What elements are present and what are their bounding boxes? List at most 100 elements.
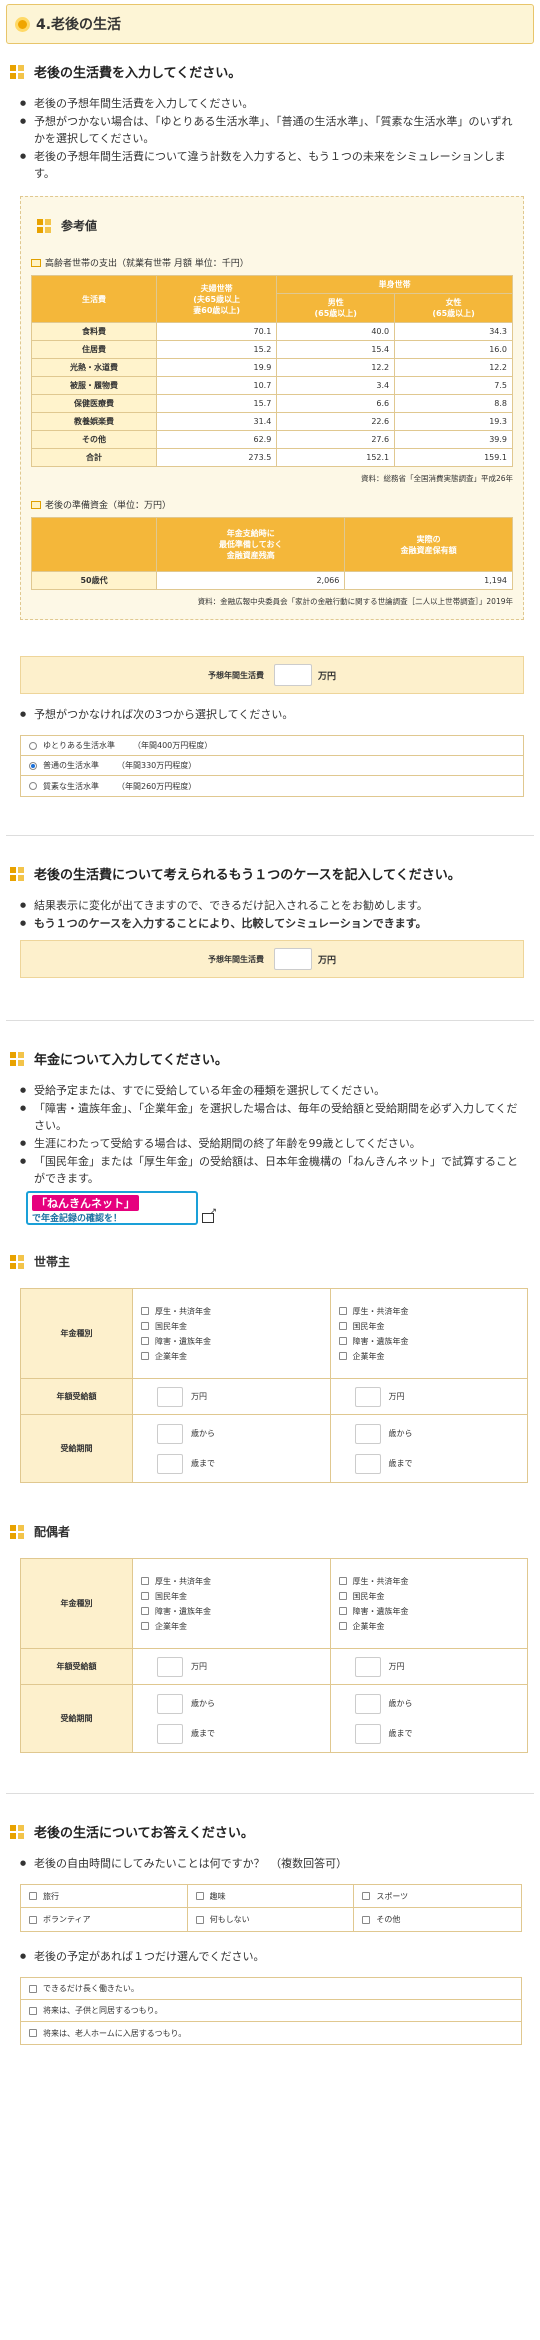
start-age-input[interactable] — [157, 1693, 183, 1714]
option-nothing[interactable]: 何もしない — [188, 1908, 355, 1931]
checkbox[interactable] — [338, 1322, 347, 1330]
checkbox[interactable] — [338, 1577, 347, 1585]
checkbox[interactable] — [362, 1892, 371, 1900]
checkbox[interactable] — [141, 1337, 149, 1345]
checkbox[interactable] — [338, 1592, 347, 1600]
checkbox[interactable] — [338, 1307, 347, 1315]
prediction-label: 予想年間生活費 — [207, 954, 264, 964]
checkbox-row[interactable]: 企業年金 — [133, 1349, 330, 1364]
type-label: 年金種別 — [20, 1558, 133, 1649]
squares-icon — [10, 64, 24, 79]
nenkin-net-banner[interactable]: 「ねんきんネット」 で年金記録の確認を！ — [26, 1191, 534, 1225]
radio-button[interactable] — [29, 782, 37, 790]
start-age-input[interactable] — [354, 1693, 381, 1714]
checkbox[interactable] — [362, 1915, 371, 1924]
option-sports[interactable]: スポーツ — [354, 1885, 521, 1908]
list-item: 受給予定または、すでに受給している年金の種類を選択してください。 — [20, 1082, 522, 1099]
start-age-input[interactable] — [354, 1423, 381, 1444]
spouse-heading: 配偶者 — [10, 1523, 530, 1540]
spouse-pension-table: 年金種別 厚生・共済年金 国民年金 障害・遺族年金 企業年金 厚生・共済年金 国… — [20, 1558, 528, 1753]
pension-types-col2: 厚生・共済年金 国民年金 障害・遺族年金 企業年金 — [329, 1288, 528, 1379]
another-expense-input[interactable] — [273, 948, 312, 970]
option-futsu[interactable]: 普通の生活水準 （年間330万円程度） — [21, 756, 523, 776]
checkbox-row[interactable]: 障害・遺族年金 — [133, 1604, 330, 1619]
option-other[interactable]: その他 — [354, 1908, 521, 1931]
radio-button[interactable] — [29, 741, 37, 750]
checkbox-row[interactable]: 企業年金 — [331, 1619, 528, 1634]
checkbox-row[interactable]: 厚生・共済年金 — [331, 1574, 528, 1589]
unit-label: 万円 — [317, 955, 336, 966]
amount-label: 年額受給額 — [20, 1378, 133, 1415]
table2-source: 資料：金融広報中央委員会「家計の金融行動に関する世論調査［二人以上世帯調査］」2… — [197, 597, 513, 606]
option-volunteer[interactable]: ボランティア — [21, 1908, 188, 1931]
checkbox[interactable] — [338, 1352, 347, 1360]
checkbox[interactable] — [141, 1322, 149, 1330]
amount-input[interactable] — [354, 1386, 381, 1407]
list-item: 「国民年金」または「厚生年金」の受給額は、日本年金機構の「ねんきんネット」で試算… — [20, 1153, 522, 1187]
checkbox-row[interactable]: 障害・遺族年金 — [331, 1604, 528, 1619]
option-shisso[interactable]: 質素な生活水準 （年間260万円程度） — [21, 776, 523, 796]
list-item: 老後の自由時間にしてみたいことは何ですか？ （複数回答可） — [20, 1855, 522, 1872]
table1-caption: 高齢者世帯の支出（就業有世帯 月額 単位：千円） — [31, 256, 513, 269]
circle-bullet-icon — [15, 16, 30, 32]
checkbox-row[interactable]: 企業年金 — [133, 1619, 330, 1634]
amount-input[interactable] — [157, 1656, 183, 1677]
option-work-long[interactable]: できるだけ長く働きたい。 — [21, 1978, 521, 2000]
checkbox-row[interactable]: 国民年金 — [331, 1319, 528, 1334]
checkbox-row[interactable]: 厚生・共済年金 — [133, 1574, 330, 1589]
another-case-bullets: 結果表示に変化が出てきますので、できるだけ記入されることをお勧めします。 もう１… — [20, 897, 522, 932]
checkbox[interactable] — [141, 1607, 149, 1615]
checkbox[interactable] — [195, 1892, 204, 1900]
end-age-input[interactable] — [157, 1723, 183, 1744]
amount-input[interactable] — [354, 1656, 381, 1677]
list-item: 老後の予定があれば１つだけ選んでください。 — [20, 1948, 522, 1965]
prediction-row: 予想年間生活費 万円 — [20, 656, 524, 694]
checkbox-row[interactable]: 企業年金 — [331, 1349, 528, 1364]
amount-input[interactable] — [157, 1386, 183, 1407]
checkbox[interactable] — [29, 1984, 37, 1993]
nenkin-net-link[interactable]: 「ねんきんネット」 で年金記録の確認を！ — [26, 1191, 198, 1225]
option-nursing-home[interactable]: 将来は、老人ホームに入居するつもり。 — [21, 2022, 521, 2044]
squares-icon — [10, 866, 24, 881]
list-item: もう１つのケースを入力することにより、比較してシミュレーションできます。 — [20, 915, 522, 932]
checkbox-row[interactable]: 厚生・共済年金 — [331, 1304, 528, 1319]
end-age-input[interactable] — [354, 1453, 381, 1474]
checkbox[interactable] — [141, 1592, 149, 1600]
checkbox[interactable] — [195, 1915, 204, 1924]
choose-bullet: 予想がつかなければ次の3つから選択してください。 — [20, 706, 522, 723]
option-hobby[interactable]: 趣味 — [187, 1885, 355, 1908]
squares-icon — [10, 1824, 24, 1839]
annual-expense-input[interactable] — [273, 664, 312, 686]
checkbox[interactable] — [338, 1607, 347, 1615]
start-age-input[interactable] — [157, 1423, 183, 1444]
expense-bullets: 老後の予想年間生活費を入力してください。 予想がつかない場合は、「ゆとりある生活… — [20, 95, 522, 182]
checkbox[interactable] — [141, 1352, 149, 1360]
checkbox[interactable] — [338, 1622, 347, 1630]
option-travel[interactable]: 旅行 — [21, 1885, 188, 1908]
life-q2: 老後の予定があれば１つだけ選んでください。 — [20, 1948, 522, 1965]
checkbox[interactable] — [29, 2006, 37, 2015]
option-live-with-children[interactable]: 将来は、子供と同居するつもり。 — [21, 2000, 521, 2022]
squares-icon — [10, 1051, 24, 1066]
checkbox-row[interactable]: 障害・遺族年金 — [133, 1334, 330, 1349]
pension-heading: 年金について入力してください。 — [10, 1049, 530, 1068]
table-icon — [31, 258, 41, 267]
checkbox[interactable] — [29, 1915, 37, 1924]
checkbox[interactable] — [141, 1307, 149, 1315]
checkbox[interactable] — [29, 2029, 37, 2037]
checkbox-row[interactable]: 厚生・共済年金 — [133, 1304, 330, 1319]
checkbox-row[interactable]: 障害・遺族年金 — [331, 1334, 528, 1349]
checkbox[interactable] — [29, 1892, 37, 1900]
checkbox[interactable] — [338, 1337, 347, 1345]
end-age-input[interactable] — [157, 1453, 183, 1474]
checkbox-row[interactable]: 国民年金 — [331, 1589, 528, 1604]
checkbox-row[interactable]: 国民年金 — [133, 1589, 330, 1604]
table-row: 被服・履物費 10.7 3.4 7.5 — [30, 376, 513, 395]
radio-button-selected[interactable] — [29, 761, 37, 770]
end-age-input[interactable] — [354, 1723, 381, 1744]
checkbox[interactable] — [141, 1577, 149, 1585]
external-link-icon[interactable] — [202, 1207, 217, 1223]
option-yutori[interactable]: ゆとりある生活水準 （年間400万円程度） — [21, 736, 523, 756]
checkbox-row[interactable]: 国民年金 — [133, 1319, 330, 1334]
checkbox[interactable] — [141, 1622, 149, 1630]
